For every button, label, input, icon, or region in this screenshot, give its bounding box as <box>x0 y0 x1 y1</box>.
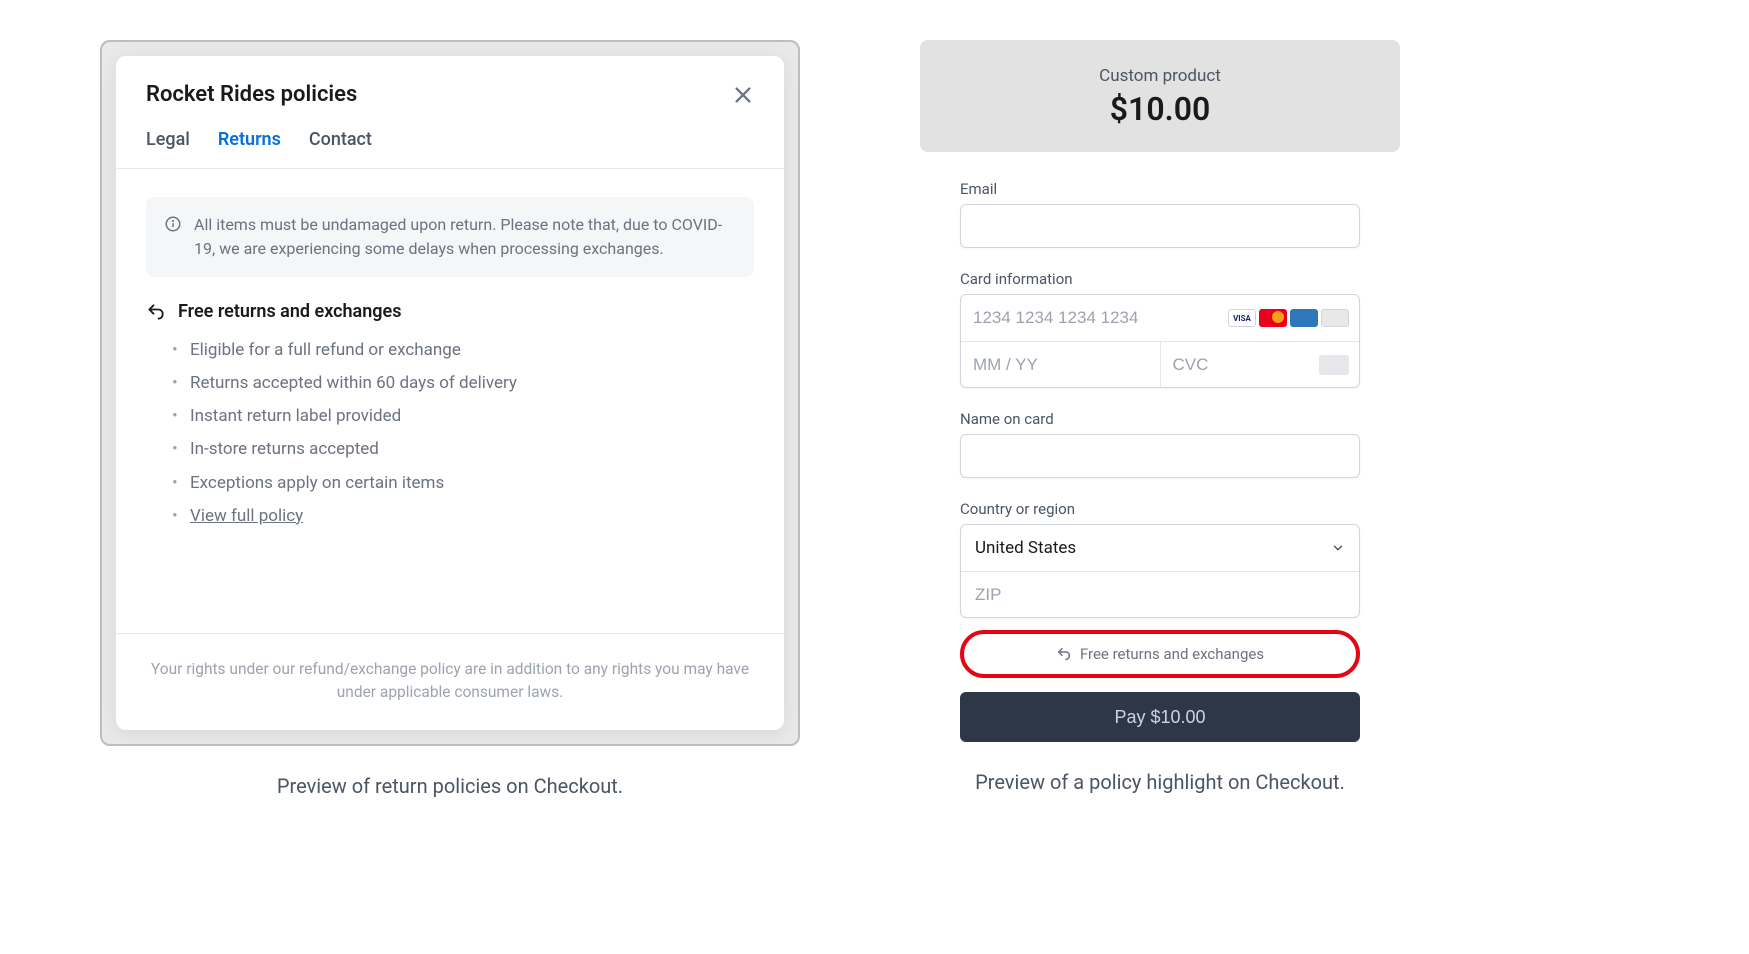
name-on-card-label: Name on card <box>960 410 1360 428</box>
checkout-form: Email Card information VISA <box>920 180 1400 742</box>
pay-button[interactable]: Pay $10.00 <box>960 692 1360 742</box>
card-number-row: VISA <box>961 295 1359 341</box>
return-arrow-icon <box>1056 646 1072 662</box>
email-label: Email <box>960 180 1360 198</box>
name-on-card-field[interactable] <box>960 434 1360 478</box>
policy-heading: Free returns and exchanges <box>178 301 401 322</box>
policy-heading-row: Free returns and exchanges <box>146 301 754 322</box>
modal-footer: Your rights under our refund/exchange po… <box>116 633 784 731</box>
tab-contact[interactable]: Contact <box>309 129 372 150</box>
visa-icon: VISA <box>1228 309 1256 327</box>
country-value: United States <box>975 538 1076 558</box>
view-full-policy-link[interactable]: View full policy <box>190 506 303 526</box>
modal-body: All items must be undamaged upon return.… <box>116 169 784 633</box>
name-on-card-group: Name on card <box>960 410 1360 478</box>
mastercard-icon <box>1259 309 1287 327</box>
info-icon <box>164 215 182 233</box>
checkout-preview-column: Custom product $10.00 Email Card informa… <box>920 40 1400 794</box>
policy-highlight-pill[interactable]: Free returns and exchanges <box>960 630 1360 678</box>
email-group: Email <box>960 180 1360 248</box>
policies-modal: Rocket Rides policies Legal Returns Cont… <box>116 56 784 730</box>
policy-item: Instant return label provided <box>190 400 754 433</box>
close-icon[interactable] <box>732 84 754 106</box>
return-arrow-icon <box>146 302 166 322</box>
policy-highlight-text: Free returns and exchanges <box>1080 645 1264 663</box>
chevron-down-icon <box>1331 541 1345 555</box>
amex-icon <box>1290 309 1318 327</box>
modal-header: Rocket Rides policies <box>116 56 784 129</box>
email-field[interactable] <box>960 204 1360 248</box>
expiry-half <box>961 342 1160 388</box>
policies-preview-column: Rocket Rides policies Legal Returns Cont… <box>100 40 800 798</box>
policy-item-link: View full policy <box>190 500 754 533</box>
modal-tabs: Legal Returns Contact <box>116 129 784 169</box>
right-caption: Preview of a policy highlight on Checkou… <box>920 770 1400 794</box>
expiry-field[interactable] <box>973 355 1148 375</box>
cvc-half <box>1160 342 1360 388</box>
product-price: $10.00 <box>920 90 1400 128</box>
card-info-label: Card information <box>960 270 1360 288</box>
info-notice-box: All items must be undamaged upon return.… <box>146 197 754 277</box>
card-brand-icons: VISA <box>1228 309 1349 327</box>
info-notice-text: All items must be undamaged upon return.… <box>194 213 736 261</box>
tab-returns[interactable]: Returns <box>218 129 281 150</box>
country-label: Country or region <box>960 500 1360 518</box>
policy-item: In-store returns accepted <box>190 433 754 466</box>
country-select[interactable]: United States <box>961 525 1359 571</box>
left-caption: Preview of return policies on Checkout. <box>100 774 800 798</box>
unionpay-icon <box>1321 309 1349 327</box>
policy-item: Exceptions apply on certain items <box>190 467 754 500</box>
zip-field[interactable] <box>975 585 1345 605</box>
policy-list: Eligible for a full refund or exchange R… <box>146 334 754 533</box>
modal-backdrop: Rocket Rides policies Legal Returns Cont… <box>100 40 800 746</box>
country-group: Country or region United States <box>960 500 1360 618</box>
modal-title: Rocket Rides policies <box>146 82 357 107</box>
product-summary: Custom product $10.00 <box>920 40 1400 152</box>
policy-item: Eligible for a full refund or exchange <box>190 334 754 367</box>
tab-legal[interactable]: Legal <box>146 129 190 150</box>
cvc-card-icon <box>1319 355 1349 375</box>
policy-item: Returns accepted within 60 days of deliv… <box>190 367 754 400</box>
zip-row <box>961 571 1359 617</box>
card-info-group: Card information VISA <box>960 270 1360 388</box>
country-fields: United States <box>960 524 1360 618</box>
card-expiry-cvc-row <box>961 341 1359 387</box>
product-label: Custom product <box>920 66 1400 86</box>
card-fields: VISA <box>960 294 1360 388</box>
